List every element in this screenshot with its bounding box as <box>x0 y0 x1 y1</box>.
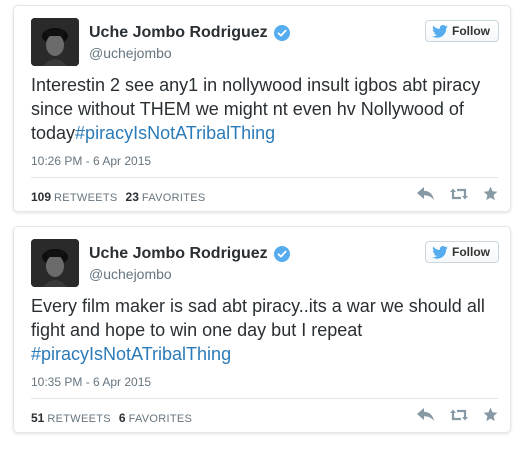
tweet-text: Every film maker is sad abt piracy..its … <box>31 294 501 366</box>
follow-label: Follow <box>452 24 490 38</box>
follow-button[interactable]: Follow <box>425 241 499 263</box>
favorite-count[interactable]: 23 <box>126 190 139 204</box>
tweet-actions <box>403 407 498 427</box>
verified-badge-icon <box>273 246 290 262</box>
follow-button[interactable]: Follow <box>425 20 499 42</box>
display-name[interactable]: Uche Jombo Rodriguez <box>89 24 290 42</box>
follow-label: Follow <box>452 245 490 259</box>
retweet-label: RETWEETS <box>47 413 111 425</box>
favorite-count[interactable]: 6 <box>119 411 126 425</box>
avatar[interactable] <box>31 239 79 287</box>
retweet-label: RETWEETS <box>54 192 118 204</box>
tweet-card: Uche Jombo Rodriguez @uchejombo Follow I… <box>13 5 511 212</box>
timestamp[interactable]: 10:35 PM - 6 Apr 2015 <box>31 375 151 389</box>
user-handle[interactable]: @uchejombo <box>89 266 172 282</box>
favorite-label: FAVORITES <box>141 192 206 204</box>
timestamp[interactable]: 10:26 PM - 6 Apr 2015 <box>31 154 151 168</box>
divider <box>31 177 498 178</box>
avatar[interactable] <box>31 18 79 66</box>
reply-icon[interactable] <box>417 186 435 206</box>
verified-badge-icon <box>273 25 290 41</box>
divider <box>31 398 498 399</box>
tweet-card: Uche Jombo Rodriguez @uchejombo Follow E… <box>13 226 511 433</box>
favorite-star-icon[interactable] <box>483 186 498 206</box>
hashtag-link[interactable]: #piracyIsNotATribalThing <box>75 123 275 143</box>
tweet-text: Interestin 2 see any1 in nollywood insul… <box>31 73 501 145</box>
tweet-stats: 109 RETWEETS 23 FAVORITES <box>31 190 214 204</box>
display-name[interactable]: Uche Jombo Rodriguez <box>89 245 290 263</box>
favorite-label: FAVORITES <box>128 413 193 425</box>
tweet-text-body: Every film maker is sad abt piracy..its … <box>31 296 485 340</box>
retweet-icon[interactable] <box>449 187 469 206</box>
favorite-star-icon[interactable] <box>483 407 498 427</box>
tweet-actions <box>403 186 498 206</box>
twitter-bird-icon <box>432 245 448 259</box>
retweet-count[interactable]: 51 <box>31 411 44 425</box>
hashtag-link[interactable]: #piracyIsNotATribalThing <box>31 344 231 364</box>
tweet-stats: 51 RETWEETS 6 FAVORITES <box>31 411 200 425</box>
reply-icon[interactable] <box>417 407 435 427</box>
user-handle[interactable]: @uchejombo <box>89 45 172 61</box>
retweet-count[interactable]: 109 <box>31 190 51 204</box>
display-name-text: Uche Jombo Rodriguez <box>89 245 268 262</box>
display-name-text: Uche Jombo Rodriguez <box>89 24 268 41</box>
twitter-bird-icon <box>432 24 448 38</box>
retweet-icon[interactable] <box>449 408 469 427</box>
